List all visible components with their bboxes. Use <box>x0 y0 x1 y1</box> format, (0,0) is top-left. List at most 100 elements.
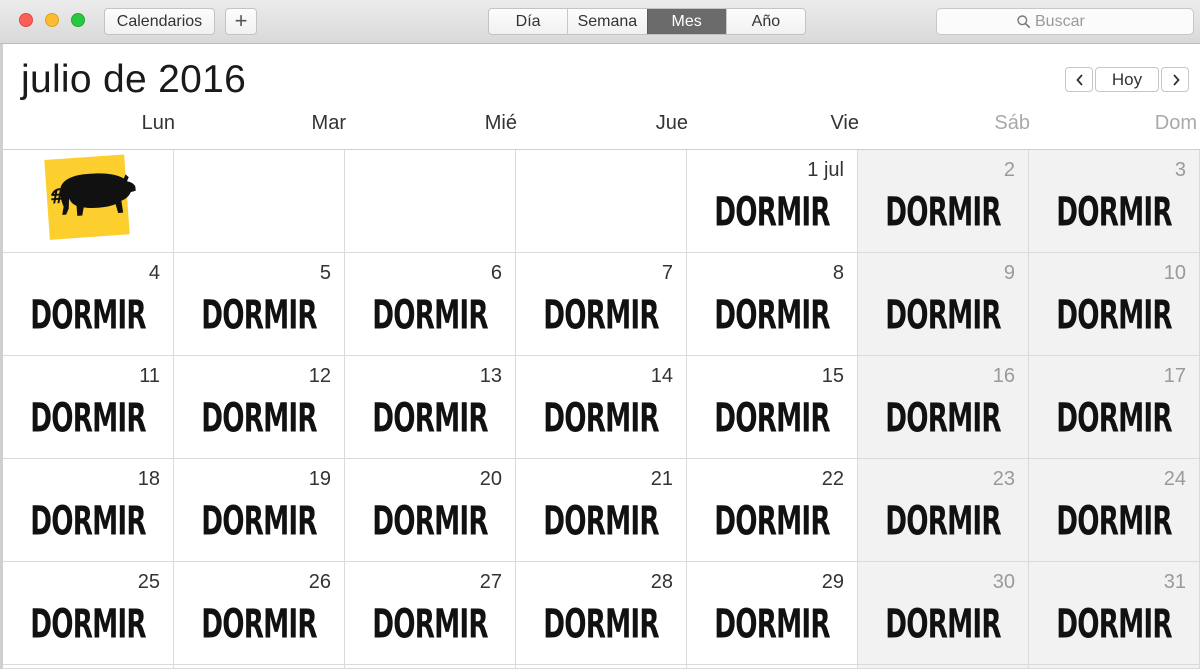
day-cell-partial[interactable] <box>516 665 687 669</box>
day-cell[interactable]: 26 DORMIR <box>174 562 345 665</box>
close-window-button[interactable] <box>19 13 33 27</box>
tab-week[interactable]: Semana <box>567 9 646 34</box>
day-number: 8 <box>832 262 844 284</box>
event-label[interactable]: DORMIR <box>702 497 841 545</box>
day-cell[interactable]: 7 DORMIR <box>516 253 687 356</box>
search-field[interactable] <box>936 8 1194 35</box>
day-cell[interactable]: 5 DORMIR <box>174 253 345 356</box>
event-label[interactable]: DORMIR <box>873 291 1012 339</box>
event-label[interactable]: DORMIR <box>189 291 328 339</box>
event-label[interactable]: DORMIR <box>702 600 841 648</box>
day-number: 4 <box>148 262 160 284</box>
day-number: 30 <box>992 571 1015 593</box>
search-input[interactable] <box>1035 9 1185 34</box>
page-title: julio de 2016 <box>21 58 247 101</box>
day-cell[interactable]: 14 DORMIR <box>516 356 687 459</box>
day-cell[interactable]: 1 jul DORMIR <box>687 150 858 253</box>
zoom-window-button[interactable] <box>71 13 85 27</box>
today-button[interactable]: Hoy <box>1095 67 1159 92</box>
event-label[interactable]: DORMIR <box>873 188 1012 236</box>
minimize-window-button[interactable] <box>45 13 59 27</box>
weekday-wed: Mié <box>484 112 517 134</box>
day-cell[interactable]: 18 DORMIR <box>3 459 174 562</box>
day-cell[interactable]: 19 DORMIR <box>174 459 345 562</box>
day-cell[interactable]: 16 DORMIR <box>858 356 1029 459</box>
day-cell[interactable]: 6 DORMIR <box>345 253 516 356</box>
event-label[interactable]: DORMIR <box>702 188 841 236</box>
day-cell[interactable]: 30 DORMIR <box>858 562 1029 665</box>
day-number: 21 <box>650 468 673 490</box>
day-number: 3 <box>1174 159 1186 181</box>
day-cell-partial[interactable] <box>1029 665 1200 669</box>
event-label[interactable]: DORMIR <box>531 394 670 442</box>
event-label[interactable]: DORMIR <box>531 497 670 545</box>
day-cell[interactable]: 8 DORMIR <box>687 253 858 356</box>
event-label[interactable]: DORMIR <box>702 291 841 339</box>
previous-month-button[interactable] <box>1065 67 1093 92</box>
day-number: 7 <box>661 262 673 284</box>
day-cell[interactable]: 13 DORMIR <box>345 356 516 459</box>
event-label[interactable]: DORMIR <box>873 394 1012 442</box>
tab-month[interactable]: Mes <box>646 9 726 34</box>
event-label[interactable]: DORMIR <box>360 291 499 339</box>
day-cell[interactable]: 25 DORMIR <box>3 562 174 665</box>
search-icon <box>1017 15 1030 28</box>
day-cell[interactable]: # <box>3 150 174 253</box>
day-cell[interactable]: 24 DORMIR <box>1029 459 1200 562</box>
day-cell-partial[interactable] <box>858 665 1029 669</box>
event-label[interactable]: DORMIR <box>1044 188 1183 236</box>
event-label[interactable]: DORMIR <box>360 394 499 442</box>
day-number: 10 <box>1163 262 1186 284</box>
day-cell[interactable] <box>174 150 345 253</box>
day-cell[interactable] <box>516 150 687 253</box>
tab-day[interactable]: Día <box>489 9 567 34</box>
day-cell-partial[interactable] <box>174 665 345 669</box>
tab-year[interactable]: Año <box>725 9 805 34</box>
day-cell[interactable]: 15 DORMIR <box>687 356 858 459</box>
day-cell-partial[interactable] <box>687 665 858 669</box>
event-label[interactable]: DORMIR <box>18 600 157 648</box>
event-label[interactable]: DORMIR <box>18 291 157 339</box>
event-label[interactable]: DORMIR <box>18 394 157 442</box>
day-cell[interactable]: 17 DORMIR <box>1029 356 1200 459</box>
event-label[interactable]: DORMIR <box>531 291 670 339</box>
event-label[interactable]: DORMIR <box>1044 600 1183 648</box>
day-cell[interactable]: 20 DORMIR <box>345 459 516 562</box>
day-cell[interactable]: 9 DORMIR <box>858 253 1029 356</box>
next-month-button[interactable] <box>1161 67 1189 92</box>
day-cell-partial[interactable] <box>3 665 174 669</box>
event-label[interactable]: DORMIR <box>1044 291 1183 339</box>
day-cell[interactable]: 2 DORMIR <box>858 150 1029 253</box>
day-cell[interactable]: 3 DORMIR <box>1029 150 1200 253</box>
day-cell[interactable]: 27 DORMIR <box>345 562 516 665</box>
day-cell[interactable] <box>345 150 516 253</box>
pig-logo-icon: # <box>44 154 136 240</box>
day-cell[interactable]: 4 DORMIR <box>3 253 174 356</box>
event-label[interactable]: DORMIR <box>18 497 157 545</box>
event-label[interactable]: DORMIR <box>873 600 1012 648</box>
chevron-right-icon <box>1173 74 1180 86</box>
event-label[interactable]: DORMIR <box>873 497 1012 545</box>
day-cell[interactable]: 10 DORMIR <box>1029 253 1200 356</box>
event-label[interactable]: DORMIR <box>360 600 499 648</box>
event-label[interactable]: DORMIR <box>189 497 328 545</box>
day-cell[interactable]: 11 DORMIR <box>3 356 174 459</box>
event-label[interactable]: DORMIR <box>702 394 841 442</box>
event-label[interactable]: DORMIR <box>189 600 328 648</box>
day-cell-partial[interactable] <box>345 665 516 669</box>
day-cell[interactable]: 12 DORMIR <box>174 356 345 459</box>
event-label[interactable]: DORMIR <box>1044 497 1183 545</box>
event-label[interactable]: DORMIR <box>360 497 499 545</box>
calendars-button[interactable]: Calendarios <box>104 8 215 35</box>
day-cell[interactable]: 23 DORMIR <box>858 459 1029 562</box>
day-cell[interactable]: 22 DORMIR <box>687 459 858 562</box>
day-number: 24 <box>1163 468 1186 490</box>
add-event-button[interactable]: + <box>225 8 257 35</box>
event-label[interactable]: DORMIR <box>531 600 670 648</box>
day-cell[interactable]: 31 DORMIR <box>1029 562 1200 665</box>
event-label[interactable]: DORMIR <box>1044 394 1183 442</box>
day-cell[interactable]: 21 DORMIR <box>516 459 687 562</box>
day-cell[interactable]: 29 DORMIR <box>687 562 858 665</box>
event-label[interactable]: DORMIR <box>189 394 328 442</box>
day-cell[interactable]: 28 DORMIR <box>516 562 687 665</box>
